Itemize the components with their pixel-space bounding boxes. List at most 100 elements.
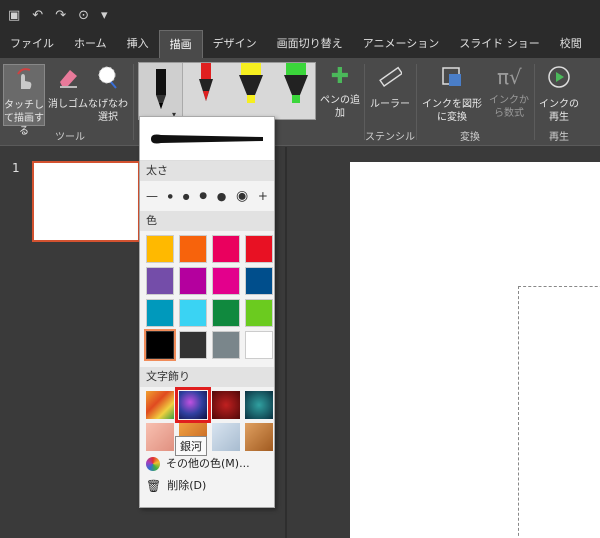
- texture-lava[interactable]: [212, 391, 240, 419]
- ruler-label: ルーラー: [370, 99, 410, 110]
- color-swatch[interactable]: [212, 331, 240, 359]
- touch-draw-icon: [17, 68, 32, 89]
- color-swatch[interactable]: [245, 331, 273, 359]
- ruler-button[interactable]: ルーラー: [368, 64, 412, 111]
- delete-label: 削除(D): [167, 479, 207, 492]
- tab-transitions[interactable]: 画面切り替え: [267, 30, 353, 58]
- touch-draw-button[interactable]: タッチして描画する: [3, 64, 45, 137]
- save-icon[interactable]: ▣: [8, 8, 20, 23]
- eraser-button[interactable]: 消しゴム: [48, 64, 88, 111]
- thickness-2[interactable]: ●: [183, 192, 190, 201]
- plus-icon: ✚: [330, 64, 350, 89]
- texture-bronze[interactable]: [245, 423, 273, 451]
- highlighter-green[interactable]: [274, 63, 318, 121]
- slide-thumbnail[interactable]: [32, 161, 140, 242]
- texture-ocean[interactable]: [245, 391, 273, 419]
- stroke-preview: [140, 117, 274, 161]
- ribbon: タッチして描画する 消しゴム なげなわ選択 ツール ▾ ✚ ペンの追加 ルーラー…: [0, 58, 600, 146]
- tab-view[interactable]: 表示: [592, 30, 600, 58]
- ribbon-separator: [534, 64, 535, 140]
- color-swatch[interactable]: [245, 299, 273, 327]
- color-swatch[interactable]: [179, 331, 207, 359]
- color-wheel-icon: [146, 457, 160, 471]
- pi-icon: π√: [497, 65, 522, 89]
- trash-icon: 🗑: [146, 479, 162, 493]
- undo-icon[interactable]: ↶: [32, 8, 43, 23]
- quick-access-toolbar: ▣ ↶ ↷ ⊙ ▾: [0, 0, 600, 30]
- tab-file[interactable]: ファイル: [0, 30, 64, 58]
- texture-rainbow[interactable]: [146, 391, 174, 419]
- texture-heading: 文字飾り: [140, 367, 274, 387]
- tab-review[interactable]: 校閲: [550, 30, 592, 58]
- add-pen-button[interactable]: ✚ ペンの追加: [318, 64, 362, 120]
- eraser-icon: [60, 70, 77, 88]
- thickness-4[interactable]: ●: [217, 190, 227, 203]
- color-swatch[interactable]: [146, 267, 174, 295]
- color-swatch[interactable]: [146, 299, 174, 327]
- color-swatch[interactable]: [245, 235, 273, 263]
- ink-to-math-label: インクから数式: [489, 95, 529, 119]
- thickness-3[interactable]: ●: [199, 191, 207, 201]
- colors-heading: 色: [140, 211, 274, 231]
- stroke-preview-icon: [151, 134, 263, 143]
- black-pen-icon: ▾: [156, 69, 176, 119]
- texture-galaxy[interactable]: [175, 387, 211, 423]
- green-highlighter-icon: [284, 63, 308, 103]
- tab-design[interactable]: デザイン: [203, 30, 267, 58]
- thickness-options: — ● ● ● ● ◉ +: [140, 181, 274, 211]
- text-placeholder[interactable]: [518, 286, 600, 538]
- color-swatch[interactable]: [179, 299, 207, 327]
- ribbon-separator: [133, 64, 134, 140]
- delete-menu-item[interactable]: 🗑 削除(D): [140, 475, 274, 497]
- tab-draw[interactable]: 描画: [158, 30, 203, 58]
- lasso-select-button[interactable]: なげなわ選択: [88, 64, 128, 124]
- replay-group-label: 再生: [549, 132, 569, 143]
- redo-icon[interactable]: ↷: [55, 8, 66, 23]
- replay-icon: [548, 66, 570, 88]
- ink-to-shape-button[interactable]: インクを図形に変換: [419, 64, 485, 124]
- tab-home[interactable]: ホーム: [64, 30, 117, 58]
- thickness-custom[interactable]: +: [258, 189, 268, 203]
- ribbon-tabs: ファイル ホーム 挿入 描画 デザイン 画面切り替え アニメーション スライド …: [0, 30, 600, 58]
- color-swatch[interactable]: [212, 299, 240, 327]
- slide-number: 1: [12, 161, 20, 175]
- tab-slideshow[interactable]: スライド ショー: [449, 30, 550, 58]
- ink-replay-button[interactable]: インクの再生: [537, 64, 581, 124]
- color-palette: [140, 231, 274, 363]
- pane-divider[interactable]: [285, 147, 287, 538]
- highlighter-yellow[interactable]: [229, 63, 273, 121]
- color-swatch[interactable]: [245, 267, 273, 295]
- more-colors-menu-item[interactable]: その他の色(M)...: [140, 453, 274, 475]
- eraser-label: 消しゴム: [48, 99, 88, 110]
- thickness-thinnest[interactable]: —: [146, 189, 158, 203]
- pen-red[interactable]: [184, 63, 228, 121]
- tab-animations[interactable]: アニメーション: [353, 30, 450, 58]
- ink-replay-label: インクの再生: [539, 99, 579, 123]
- color-swatch[interactable]: [212, 235, 240, 263]
- texture-silver[interactable]: [212, 423, 240, 451]
- customize-qat-icon[interactable]: ▾: [101, 8, 108, 23]
- present-icon[interactable]: ⊙: [78, 8, 89, 23]
- tab-insert[interactable]: 挿入: [117, 30, 159, 58]
- thickness-selected[interactable]: ◉: [236, 188, 248, 204]
- texture-palette: [140, 387, 274, 453]
- thickness-1[interactable]: ●: [168, 193, 173, 200]
- ink-to-shape-icon: [442, 67, 461, 86]
- ink-to-shape-label: インクを図形に変換: [422, 99, 482, 123]
- tools-group-label: ツール: [55, 132, 85, 143]
- lasso-icon: [98, 66, 117, 89]
- color-swatch[interactable]: [144, 329, 176, 361]
- yellow-highlighter-icon: [239, 63, 263, 103]
- color-swatch[interactable]: [179, 267, 207, 295]
- color-swatch[interactable]: [146, 235, 174, 263]
- lasso-label: なげなわ選択: [88, 99, 128, 123]
- pen-black[interactable]: ▾: [139, 63, 183, 121]
- ink-to-math-button[interactable]: π√ インクから数式: [487, 64, 531, 120]
- thickness-heading: 太さ: [140, 161, 274, 181]
- more-colors-label: その他の色(M)...: [166, 457, 250, 470]
- red-pen-icon: [199, 63, 213, 101]
- color-swatch[interactable]: [212, 267, 240, 295]
- texture-rose-gold[interactable]: [146, 423, 174, 451]
- color-swatch[interactable]: [179, 235, 207, 263]
- stencil-group-label: ステンシル: [365, 132, 415, 143]
